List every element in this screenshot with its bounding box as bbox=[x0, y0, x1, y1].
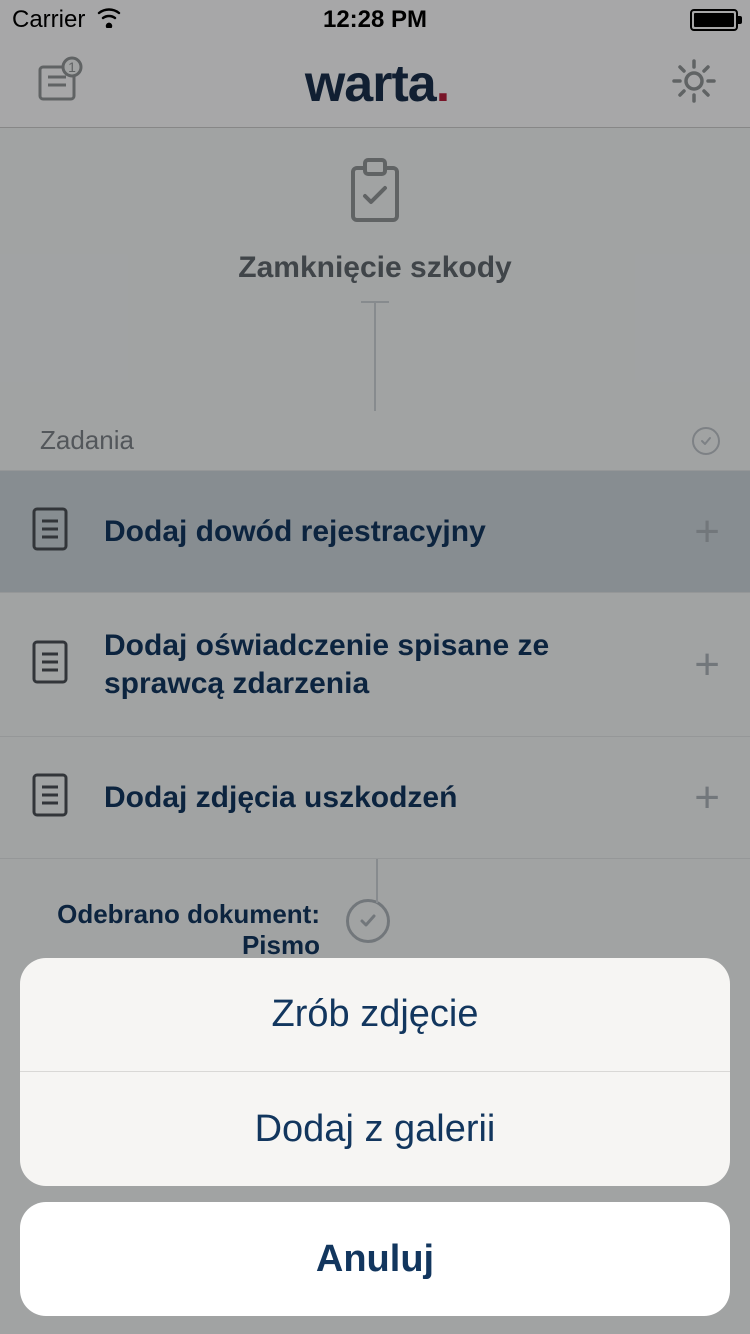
take-photo-button[interactable]: Zrób zdjęcie bbox=[20, 958, 730, 1072]
cancel-button[interactable]: Anuluj bbox=[20, 1202, 730, 1316]
action-sheet-options: Zrób zdjęcie Dodaj z galerii bbox=[20, 958, 730, 1186]
action-sheet: Zrób zdjęcie Dodaj z galerii Anuluj bbox=[20, 958, 730, 1316]
add-from-gallery-button[interactable]: Dodaj z galerii bbox=[20, 1072, 730, 1186]
